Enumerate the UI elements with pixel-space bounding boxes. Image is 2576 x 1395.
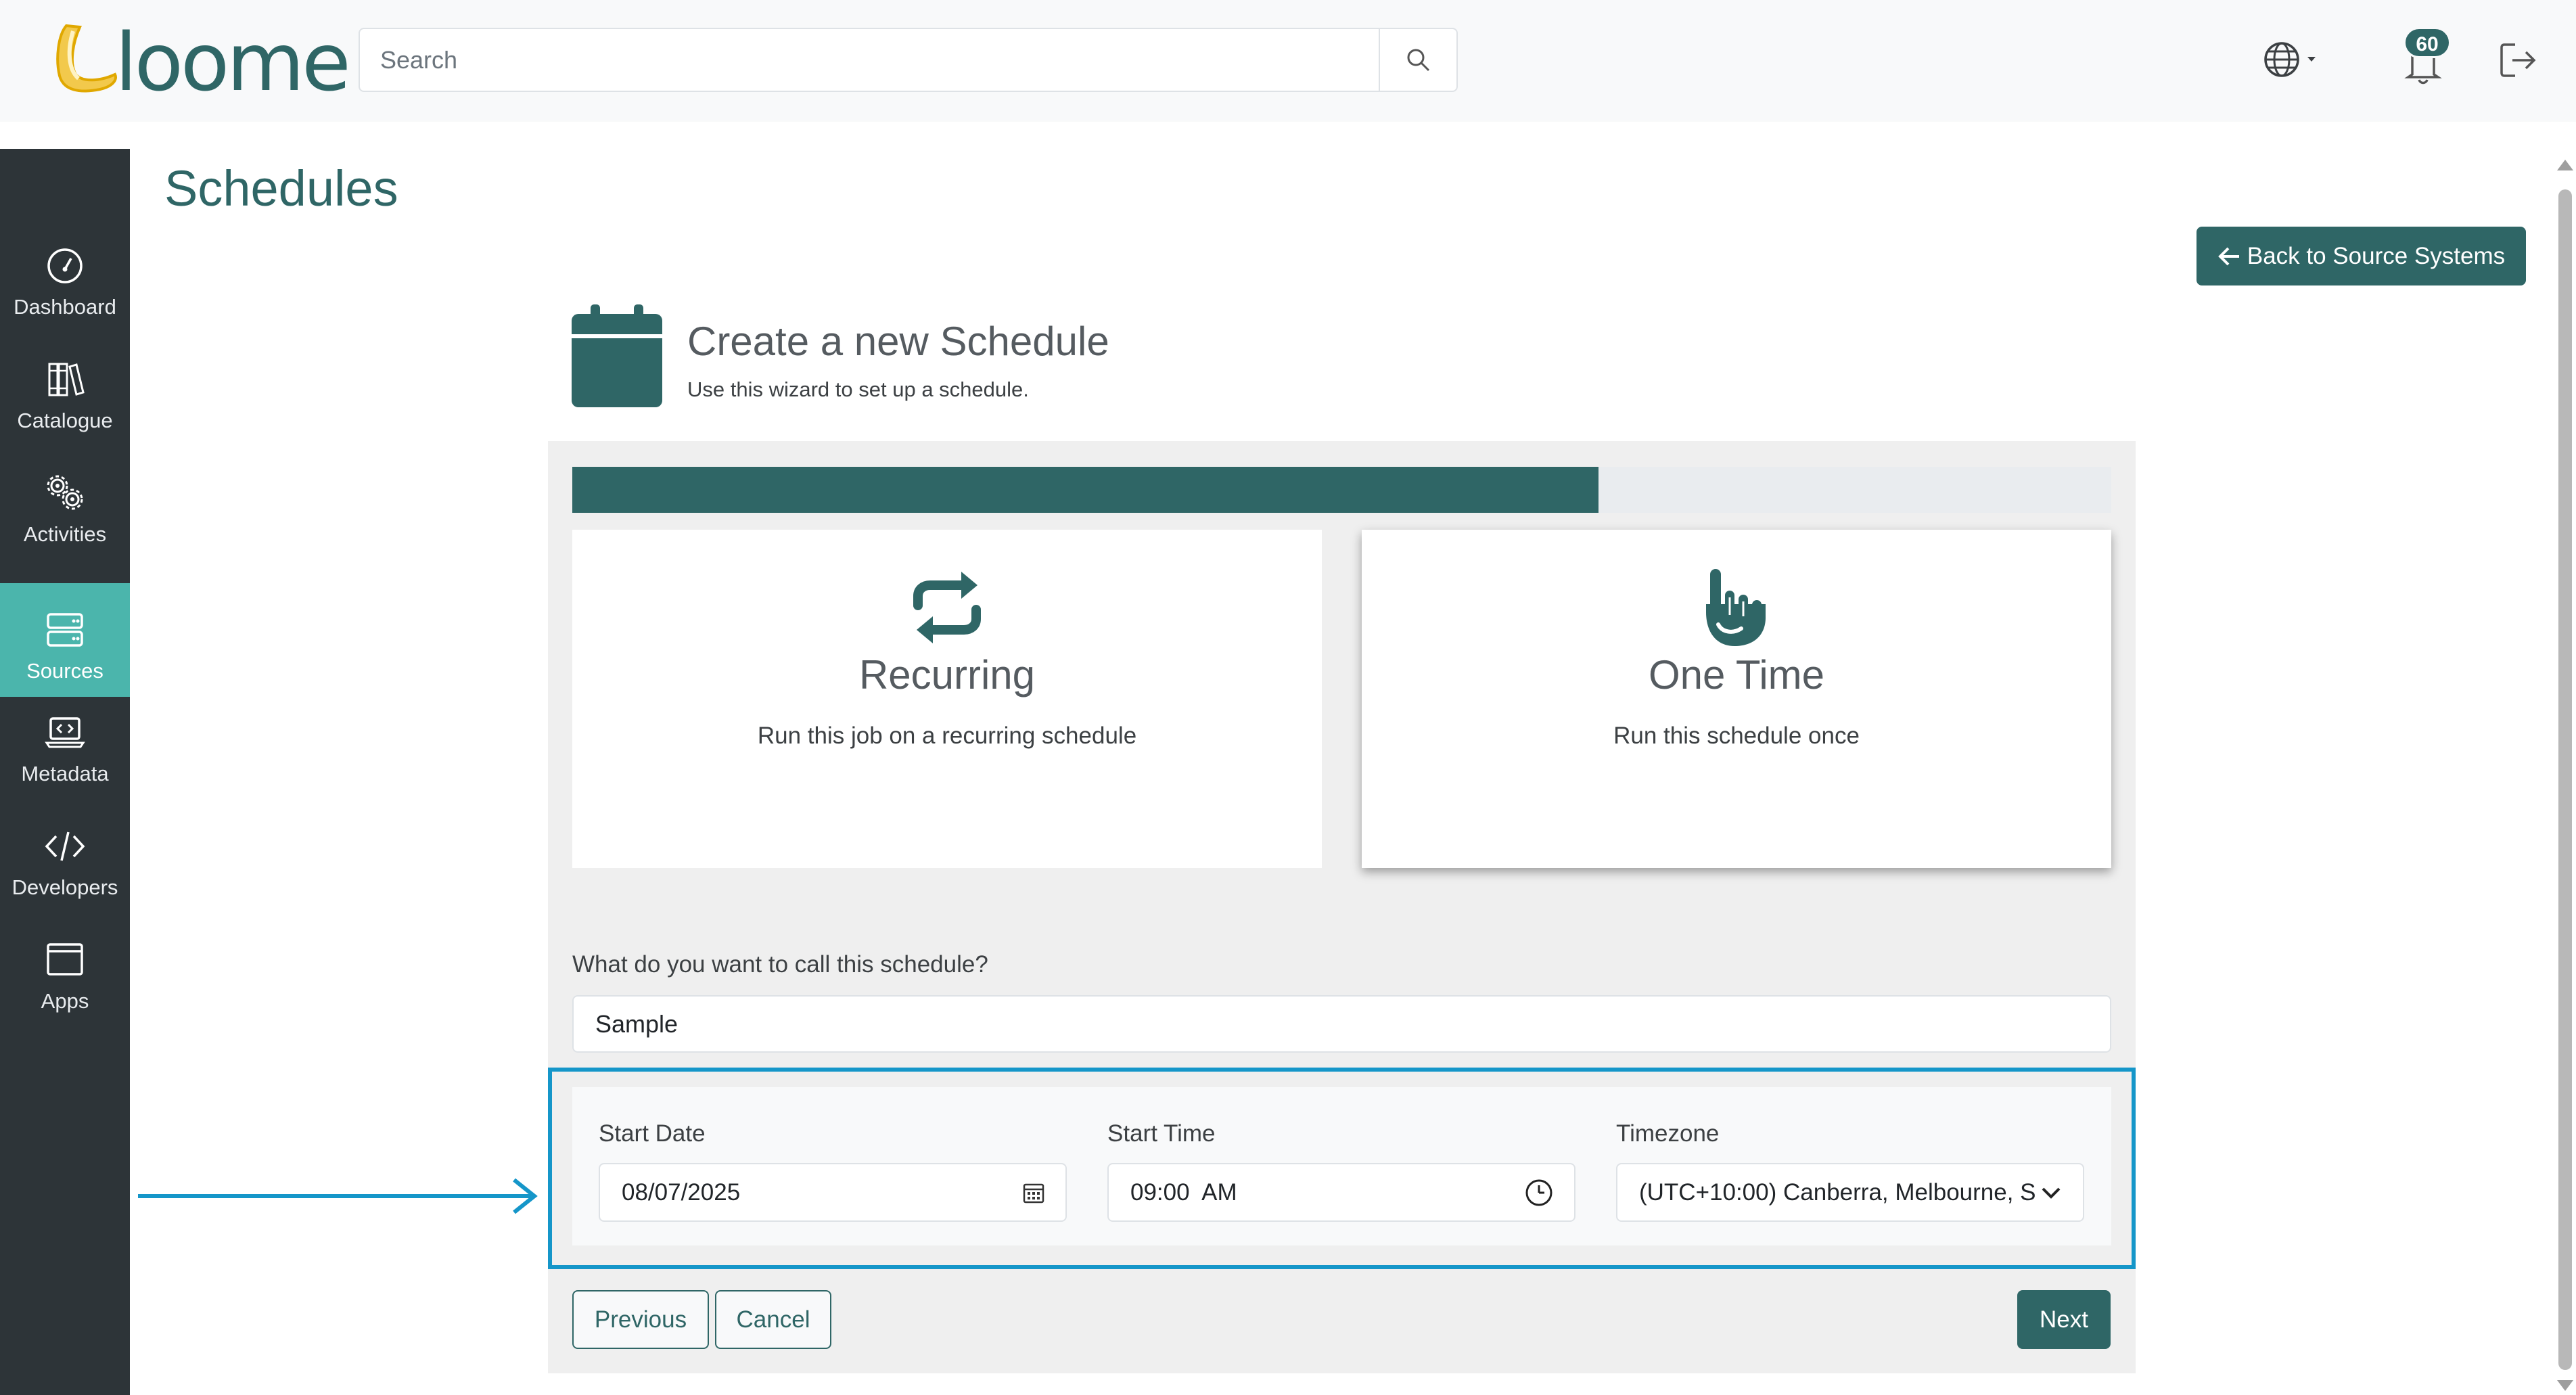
server-icon	[47, 613, 83, 647]
start-date-label: Start Date	[599, 1120, 706, 1147]
sidebar-item-metadata[interactable]: Metadata	[0, 697, 130, 798]
sidebar-item-developers[interactable]: Developers	[0, 810, 130, 912]
arrow-left-icon	[2218, 247, 2239, 265]
sidebar: Dashboard Catalogue Activities Sources M…	[0, 149, 130, 1395]
search-box	[359, 28, 1458, 92]
dashboard-gauge-icon	[47, 248, 83, 283]
sidebar-item-label: Dashboard	[14, 295, 116, 319]
progress-fill	[572, 467, 1599, 513]
sidebar-item-label: Sources	[26, 659, 104, 683]
timezone-label: Timezone	[1616, 1120, 1720, 1147]
logo-mark-icon	[56, 24, 117, 93]
schedule-name-label: What do you want to call this schedule?	[572, 951, 988, 978]
sidebar-item-label: Catalogue	[17, 409, 113, 432]
sidebar-item-sources[interactable]: Sources	[0, 583, 130, 697]
back-button-label: Back to Source Systems	[2247, 242, 2506, 269]
one-time-option-card[interactable]: One Time Run this schedule once	[1362, 530, 2111, 868]
wizard-subtitle: Use this wizard to set up a schedule.	[687, 378, 1029, 401]
recurring-option-card[interactable]: Recurring Run this job on a recurring sc…	[572, 530, 1322, 868]
annotation-arrow	[138, 1178, 538, 1214]
sidebar-item-activities[interactable]: Activities	[0, 457, 130, 559]
sidebar-item-dashboard[interactable]: Dashboard	[0, 230, 130, 331]
chevron-down-icon	[2042, 1187, 2061, 1199]
start-time-value: 09:00 AM	[1130, 1179, 1237, 1206]
schedule-name-input[interactable]	[572, 995, 2111, 1053]
back-to-source-systems-button[interactable]: Back to Source Systems	[2196, 227, 2526, 285]
cancel-button[interactable]: Cancel	[715, 1290, 831, 1349]
gears-icon	[47, 475, 83, 510]
search-icon	[1407, 49, 1429, 71]
previous-button[interactable]: Previous	[572, 1290, 709, 1349]
sidebar-item-apps[interactable]: Apps	[0, 924, 130, 1026]
logo-text: loome	[115, 16, 351, 109]
sidebar-item-label: Metadata	[21, 762, 109, 785]
globe-icon	[2264, 42, 2316, 77]
timezone-select[interactable]: (UTC+10:00) Canberra, Melbourne, S	[1616, 1163, 2084, 1222]
logout-icon	[2500, 43, 2536, 77]
calendar-picker-icon[interactable]	[1022, 1181, 1045, 1204]
start-date-value: 08/07/2025	[622, 1179, 741, 1206]
logout-button[interactable]	[2498, 39, 2539, 81]
start-date-field[interactable]: 08/07/2025	[599, 1163, 1067, 1222]
language-menu[interactable]	[2263, 39, 2324, 80]
repeat-icon	[913, 572, 981, 643]
one-time-description: Run this schedule once	[1613, 723, 1860, 749]
sidebar-item-label: Developers	[12, 875, 118, 899]
start-time-field[interactable]: 09:00 AM	[1107, 1163, 1576, 1222]
books-icon	[48, 363, 85, 396]
scroll-up-arrow[interactable]	[2557, 160, 2573, 170]
page-title: Schedules	[164, 160, 398, 216]
laptop-code-icon	[45, 717, 85, 748]
search-input[interactable]	[360, 29, 1380, 91]
top-bar: loome 60	[0, 0, 2576, 122]
sidebar-item-label: Apps	[41, 989, 89, 1013]
code-icon	[45, 831, 85, 861]
scrollbar-thumb[interactable]	[2558, 189, 2572, 1370]
recurring-title: Recurring	[858, 652, 1036, 698]
search-button[interactable]	[1379, 29, 1456, 91]
hand-pointer-icon	[1706, 569, 1766, 646]
clock-icon[interactable]	[1524, 1178, 1554, 1208]
sidebar-item-label: Activities	[23, 522, 107, 546]
wizard-progress-bar	[572, 467, 2111, 513]
recurring-description: Run this job on a recurring schedule	[757, 723, 1137, 749]
start-time-label: Start Time	[1107, 1120, 1216, 1147]
calendar-icon	[572, 304, 662, 407]
sidebar-item-catalogue[interactable]: Catalogue	[0, 344, 130, 445]
notification-count-badge: 60	[2404, 27, 2451, 58]
next-button[interactable]: Next	[2017, 1290, 2111, 1349]
one-time-title: One Time	[1648, 652, 1825, 698]
wizard-title: Create a new Schedule	[687, 319, 1109, 364]
timezone-value: (UTC+10:00) Canberra, Melbourne, S	[1639, 1179, 2036, 1206]
window-icon	[47, 943, 83, 976]
loome-logo[interactable]: loome	[53, 22, 351, 103]
scroll-down-arrow[interactable]	[2557, 1380, 2573, 1391]
